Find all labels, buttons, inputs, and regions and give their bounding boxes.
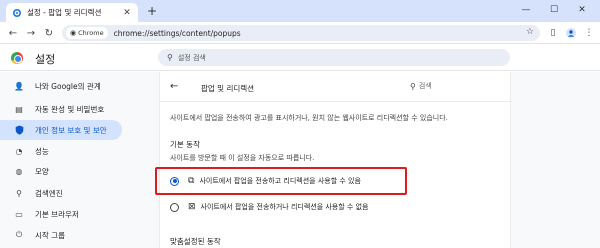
settings-sidebar: 👤 나와 Google의 관계 ▤ 자동 완성 및 비밀번호 개인 정보 보호 … [0,72,125,248]
settings-header: 설정 ⚲ 설정 검색 [0,45,600,71]
url-text: chrome://settings/content/popups [113,28,241,38]
browser-icon: ▭ [15,209,23,219]
chrome-logo-icon [11,52,23,64]
gear-icon [12,8,22,18]
page-search-placeholder: 검색 [418,82,432,90]
close-window-button[interactable]: ✕ [574,3,590,17]
chip-label: Chrome [78,29,104,37]
sidebar-item-default-browser[interactable]: ▭ 기본 브라우저 [0,204,122,224]
address-bar[interactable]: ◉ Chrome chrome://settings/content/popup… [62,25,540,41]
search-icon: ⚲ [410,81,416,91]
sidebar-item-label: 모양 [35,166,49,176]
sidebar-item-you-and-google[interactable]: 👤 나와 Google의 관계 [0,76,122,96]
settings-search-placeholder: 설정 검색 [177,53,206,62]
palette-icon: ◍ [15,166,23,176]
power-icon: ⏻ [15,230,23,239]
sidebar-item-label: 성능 [35,146,49,156]
radio-block-popups[interactable] [170,202,179,212]
card-header: ← 팝업 및 리디렉션 ⚲ 검색 [160,72,512,102]
popups-settings-card: ← 팝업 및 리디렉션 ⚲ 검색 사이트에서 팝업을 전송하여 광고를 표시하거… [159,72,512,248]
settings-title: 설정 [35,53,56,66]
speedometer-icon: ◔ [15,146,23,156]
sidebar-item-label: 검색엔진 [35,188,63,198]
highlight-box [155,167,407,195]
search-icon: ⚲ [16,188,22,198]
browser-toolbar: ← → ↻ ◉ Chrome chrome://settings/content… [0,22,600,44]
popup-blocked-icon: ⊠ [188,202,196,212]
close-tab-icon[interactable]: ✕ [122,8,132,18]
sidebar-item-label: 나와 Google의 관계 [35,81,101,91]
default-behavior-title: 기본 동작 [170,140,200,149]
page-title: 팝업 및 리디렉션 [201,84,255,93]
back-button[interactable]: ← [6,26,20,40]
sidebar-item-performance[interactable]: ◔ 성능 [0,141,122,161]
default-behavior-subtitle: 사이트를 방문할 때 이 설정을 자동으로 따릅니다. [170,154,315,162]
sidebar-item-appearance[interactable]: ◍ 모양 [0,161,122,181]
forward-button[interactable]: → [24,26,38,40]
sidebar-item-search-engine[interactable]: ⚲ 검색엔진 [0,183,122,203]
sidebar-item-label: 기본 브라우저 [35,209,79,219]
page-search-input[interactable]: ⚲ 검색 [410,81,432,91]
shield-icon [14,125,24,135]
sidebar-item-label: 시작 그룹 [35,230,65,240]
sidebar-item-label: 개인 정보 보호 및 보안 [35,125,107,135]
person-icon: 👤 [14,81,24,91]
new-tab-button[interactable]: + [145,4,159,18]
side-panel-icon[interactable]: ▯ [546,26,560,40]
option-block-popups[interactable]: ⊠ 사이트에서 팝업을 전송하거나 리디렉션을 사용할 수 없음 [170,200,368,214]
settings-search-input[interactable]: ⚲ 설정 검색 [158,49,510,66]
sidebar-item-on-startup[interactable]: ⏻ 시작 그룹 [0,225,122,245]
sidebar-item-autofill[interactable]: ▤ 자동 완성 및 비밀번호 [0,99,122,119]
tab-strip: 설정 - 팝업 및 리디렉션 ✕ + — ☐ ✕ [0,0,600,22]
profile-icon[interactable] [564,26,578,40]
clipboard-icon: ▤ [15,104,23,114]
sidebar-item-label: 자동 완성 및 비밀번호 [35,104,105,114]
reload-button[interactable]: ↻ [42,26,56,40]
page-description: 사이트에서 팝업을 전송하여 광고를 표시하거나, 원치 않는 웹사이트로 리디… [170,114,448,122]
search-icon: ⚲ [167,53,173,62]
option-label: 사이트에서 팝업을 전송하거나 리디렉션을 사용할 수 없음 [200,203,369,211]
tab-settings[interactable]: 설정 - 팝업 및 리디렉션 ✕ [6,3,138,22]
back-arrow-icon[interactable]: ← [170,81,178,92]
site-info-chip[interactable]: ◉ Chrome [66,27,108,39]
sidebar-item-privacy[interactable]: 개인 정보 보호 및 보안 [0,120,122,140]
chrome-icon: ◉ [70,29,77,37]
bookmark-star-icon[interactable]: ☆ [526,27,534,37]
tab-title: 설정 - 팝업 및 리디렉션 [27,8,102,17]
more-menu-icon[interactable]: ⋮ [582,26,596,40]
custom-behavior-title: 맞춤설정된 동작 [170,237,221,246]
minimize-button[interactable]: — [518,3,534,17]
maximize-button[interactable]: ☐ [546,3,562,17]
